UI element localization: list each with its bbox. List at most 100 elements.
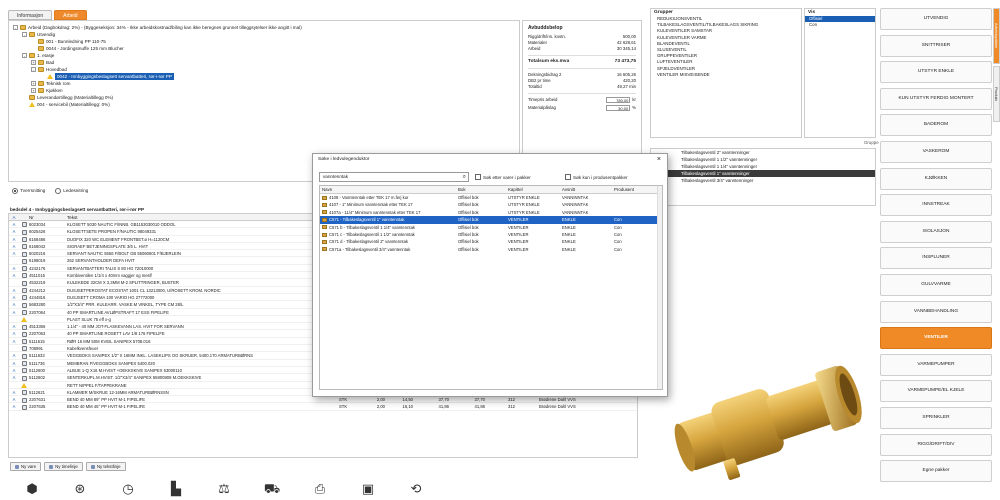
expand-toggle-icon[interactable]: - — [31, 67, 36, 72]
tree-node[interactable]: + Bad — [13, 59, 518, 66]
expand-toggle-icon[interactable]: - — [13, 25, 18, 30]
result-row[interactable]: C571 b - Tilbakeslagsventil 1 1/4" vannt… — [320, 224, 662, 231]
result-row[interactable]: C571 c - Tilbakeslagsventil 1 1/2" vannt… — [320, 231, 662, 238]
vis-item[interactable]: Con — [805, 22, 875, 28]
timepris-input[interactable]: 780,00 — [606, 97, 631, 103]
scrollbar[interactable] — [657, 186, 662, 389]
category-button-kj-kken[interactable]: KJØKKEN — [880, 167, 992, 190]
print-icon[interactable]: ⎙ — [296, 478, 344, 500]
table-cell: 708991 — [29, 346, 43, 352]
result-name-cell: C571a - Tilbakeslagsventil 3/4" vanntenn… — [320, 246, 456, 253]
tree-node[interactable]: - Utvendig — [13, 31, 518, 38]
refresh-icon[interactable]: ⟲ — [392, 478, 440, 500]
tree-node[interactable]: 0044 - Jordingsmuffe 125 mm Blucher — [13, 45, 518, 52]
table-cell: RETT NIPPEL F/TAPPEKRANE — [67, 382, 127, 388]
tree-node[interactable]: + Teknisk rom — [13, 80, 518, 87]
new-timeline-button[interactable]: Ny timelinje — [44, 462, 83, 471]
table-cell: 312 — [508, 404, 515, 410]
package-item[interactable]: Tilbakeslagsventil 3/4" vanntenninger — [651, 177, 875, 184]
group-item[interactable]: VENTILER MISVEISENDE — [651, 72, 801, 78]
checkbox[interactable] — [475, 174, 481, 180]
table-cell: A — [12, 389, 16, 395]
table-cell: 5683280 — [29, 302, 46, 308]
package-item[interactable]: Tilbakeslagsventil 1 1/4" vanntenninger — [651, 163, 875, 170]
new-textline-button[interactable]: Ny tekstlinje — [85, 462, 126, 471]
save-icon[interactable]: ▣ — [344, 478, 392, 500]
radio-ledesnitring[interactable]: Ledesnitring — [55, 188, 88, 194]
category-button-gulvvarme[interactable]: GULVVARME — [880, 273, 992, 296]
chk-search-packages[interactable]: Søk etter varer i pakker — [475, 174, 531, 180]
category-button-inspluner[interactable]: INSPLUNER — [880, 247, 992, 270]
dialog-search-input[interactable]: vanntenntak ⌕ — [319, 172, 469, 182]
tree-node[interactable]: - Arbeid (Dagbokdrag: 2%) - (Byggeseksjon… — [13, 24, 518, 31]
table-cell — [9, 345, 19, 351]
tree-node[interactable]: 004 - servicebil (Materialtillegg: 0%) — [13, 101, 518, 108]
table-cell: 6025426 — [29, 229, 46, 235]
result-cell: Offisiel bok — [458, 231, 479, 237]
radio-tverrsnitting[interactable]: Tverrsnitting — [12, 188, 45, 194]
table-cell: A — [12, 397, 16, 403]
expand-toggle-icon[interactable]: - — [22, 32, 27, 37]
package-item[interactable]: Tilbakeslagsventil 1 1/2" vanntenninger — [651, 156, 875, 163]
divider — [528, 93, 636, 94]
result-row[interactable]: C571 - Tilbakeslagsventil 1" vanntenntak… — [320, 216, 662, 224]
clock-icon[interactable]: ◷ — [104, 478, 152, 500]
new-item-button[interactable]: Ny vare — [10, 462, 42, 471]
tab-arbeid[interactable]: Arbeid — [54, 10, 87, 20]
category-button-ventiler[interactable]: VENTILER — [880, 327, 992, 350]
tree-node[interactable]: - 1. etasje — [13, 52, 518, 59]
category-button-snittriser[interactable]: SNITTRISER — [880, 34, 992, 57]
result-row[interactable]: 4107a - 11/4" Minimum vanntenntak etter … — [320, 209, 662, 216]
category-button-egne-pakker[interactable]: Egne pakker — [880, 460, 992, 483]
tree-node[interactable]: 001 - Bunnledning PP 110-75 — [13, 38, 518, 45]
category-button-rigg-drift-div[interactable]: RIGG/DRIFT/DIV — [880, 433, 992, 456]
product-icon — [21, 339, 27, 345]
tree-node[interactable]: 0042 - Innbyggingsbeslagsett servantbatt… — [13, 73, 518, 80]
table-cell: 2,00 — [376, 397, 385, 403]
expand-toggle-icon[interactable]: - — [22, 53, 27, 58]
category-button-vaskerom[interactable]: VASKEROM — [880, 140, 992, 163]
expand-toggle-icon[interactable]: + — [31, 81, 36, 86]
cart-icon[interactable]: ⛟ — [248, 478, 296, 500]
table-cell: A — [12, 309, 16, 315]
expand-toggle-icon[interactable]: + — [31, 88, 36, 93]
category-button-vannbehandling[interactable]: VANNBEHANDLING — [880, 300, 992, 323]
tree-node[interactable]: - Hovedbad — [13, 66, 518, 73]
category-button-kun-utstyr-ferdig-montert[interactable]: KUN UTSTYR FERDIG MONTERT — [880, 87, 992, 110]
category-button-innstreak[interactable]: INNSTREAK — [880, 194, 992, 217]
result-row[interactable]: C571a - Tilbakeslagsventil 3/4" vanntenn… — [320, 246, 662, 253]
table-row[interactable]: A 2207635 BEND 40 MM 45° PP HVIT M-1 FIPEL… — [9, 403, 637, 411]
category-button-varmepumpe-el-kjele[interactable]: VARMEPUMPE/EL KJELE — [880, 380, 992, 403]
close-icon[interactable]: × — [657, 154, 661, 166]
result-cell: ENKLE — [562, 217, 576, 223]
side-tab-arbeidspakker[interactable]: Arbeidspakker — [993, 8, 1000, 64]
category-button-utstyr-enkle[interactable]: UTSTYR ENKLE — [880, 61, 992, 84]
box-icon[interactable]: ⬢ — [8, 478, 56, 500]
chk-search-producer[interactable]: Søk kun i produsentpakker — [565, 174, 628, 180]
product-icon — [21, 368, 27, 374]
expand-toggle-icon[interactable]: + — [31, 60, 36, 65]
result-row[interactable]: 4108 - Vanntenntak etter TEK 17 m.ferj k… — [320, 194, 662, 201]
scale-icon[interactable]: ⚖ — [200, 478, 248, 500]
network-icon[interactable]: ⊛ — [56, 478, 104, 500]
category-button-isolasjon[interactable]: ISOLASJON — [880, 220, 992, 243]
category-button-sprinkler[interactable]: SPRINKLER — [880, 406, 992, 429]
category-button-varmepumper[interactable]: VARMEPUMPER — [880, 353, 992, 376]
tree-node[interactable]: Leverandørtillegg (Materialtillegg 0%) — [13, 94, 518, 101]
package-item[interactable]: Tilbakeslagsventil 2" vanntenninger — [651, 149, 875, 156]
tab-informasjon[interactable]: Informasjon — [8, 10, 53, 20]
table-cell: Kabelkvensfeuer — [67, 346, 99, 352]
category-button-baderom[interactable]: BADEROM — [880, 114, 992, 137]
table-row[interactable]: A 2207631 BEND 40 MM 89° PP HVIT M-1 FIPEL… — [9, 396, 637, 404]
side-tab-produkt[interactable]: Produkt — [993, 66, 1000, 122]
tree-node[interactable]: + Kjøkken — [13, 87, 518, 94]
checkbox[interactable] — [565, 174, 571, 180]
search-icon[interactable]: ⌕ — [463, 173, 466, 181]
result-row[interactable]: C571 d - Tilbakeslagsventil 2" vanntennt… — [320, 238, 662, 245]
product-icon — [21, 266, 27, 272]
result-row[interactable]: 4107 - 1" Minimum vanntenntak etter TEK … — [320, 201, 662, 208]
package-item[interactable]: Tilbakeslagsventil 1" vanntenninger — [651, 170, 875, 177]
materialpaslag-input[interactable]: 30,00 — [606, 105, 631, 111]
chart-icon[interactable]: ▙ — [152, 478, 200, 500]
category-button-utvendig[interactable]: UTVENDIG — [880, 8, 992, 30]
